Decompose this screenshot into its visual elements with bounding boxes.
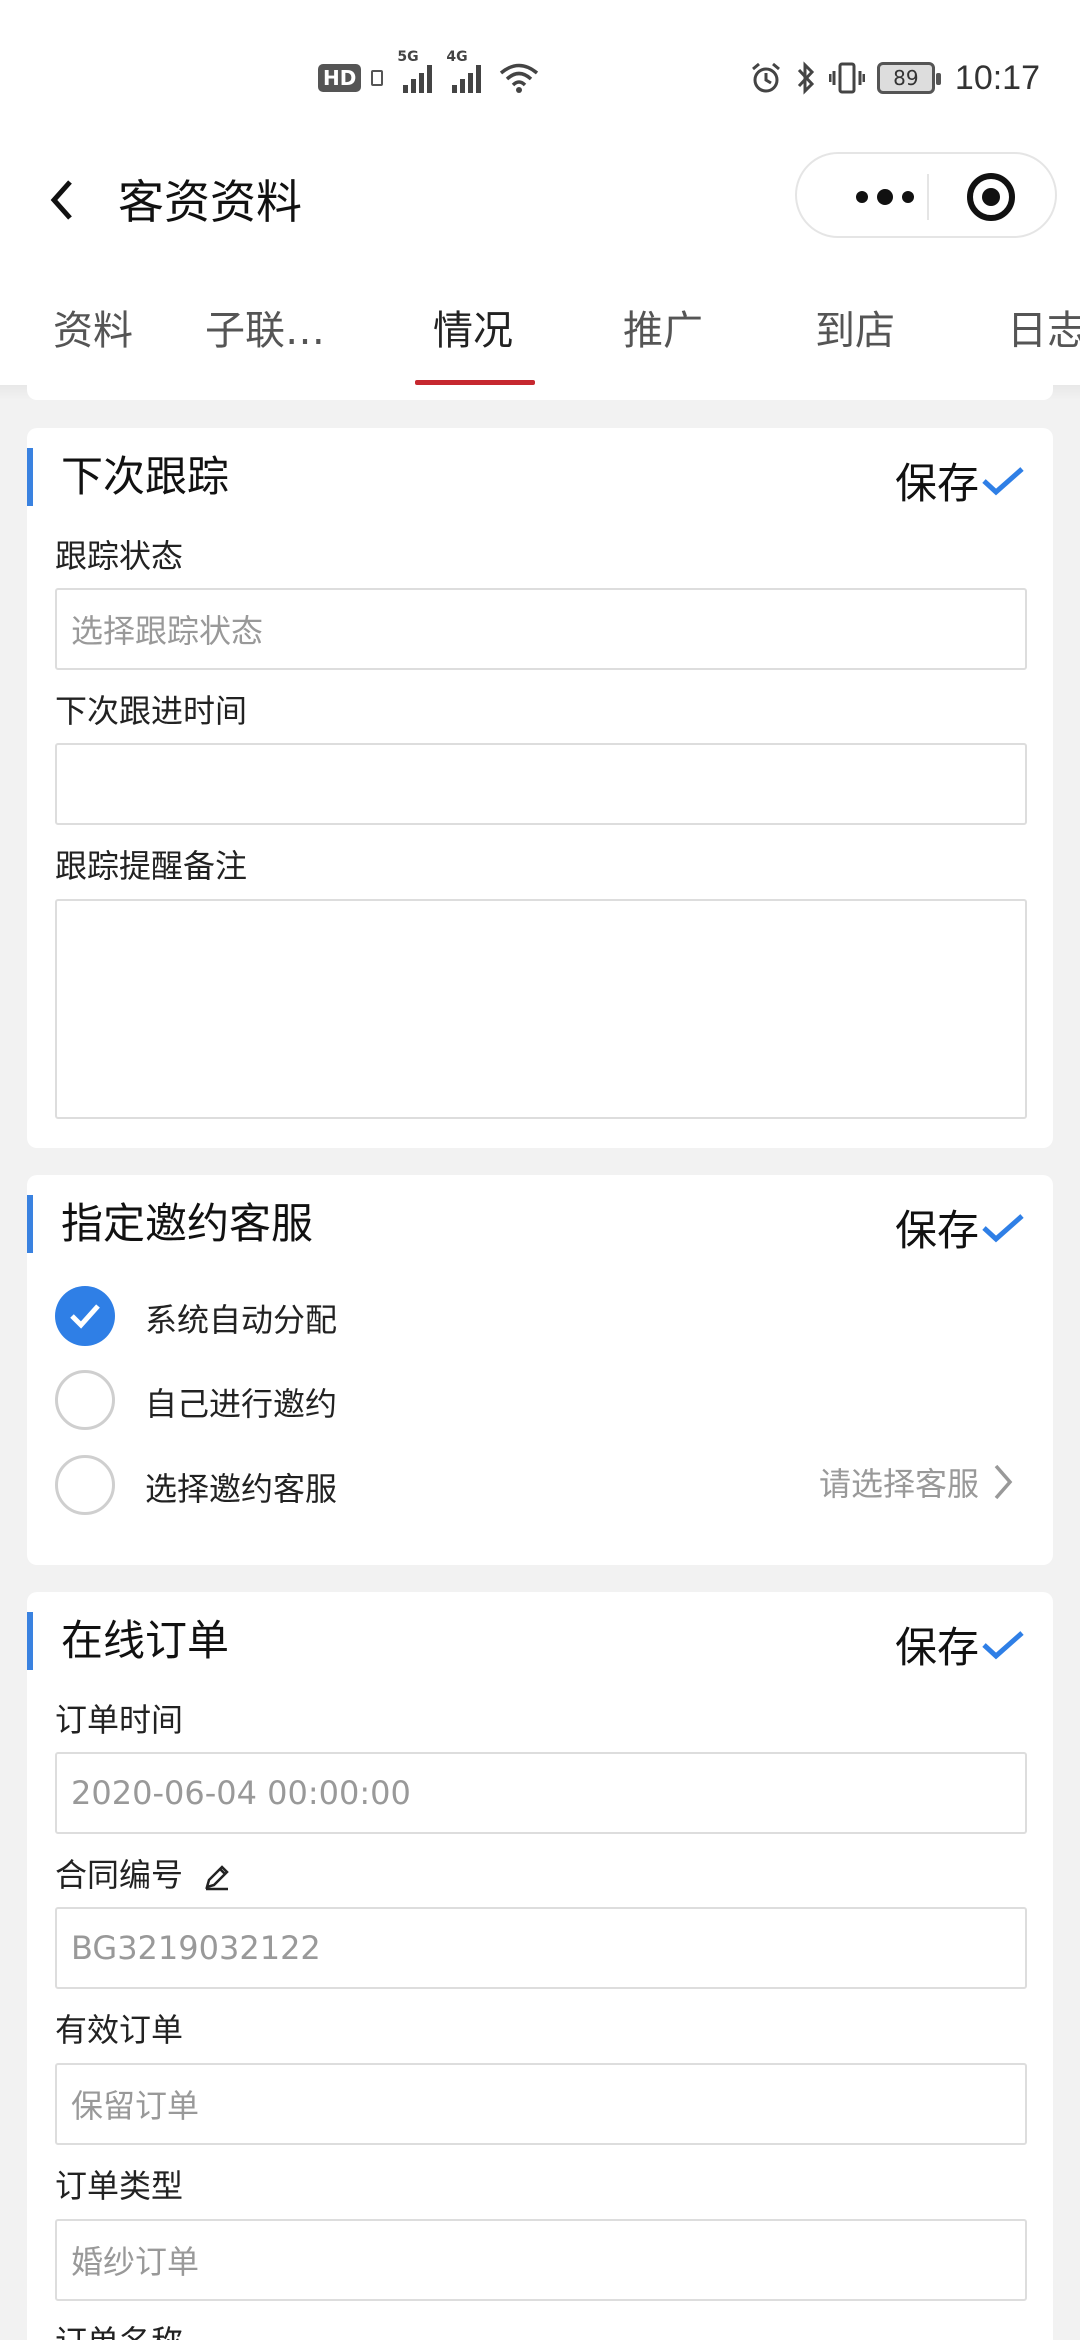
previous-card-bottom xyxy=(27,385,1053,400)
status-label: 跟踪状态 xyxy=(55,537,184,575)
more-menu-icon[interactable] xyxy=(835,179,935,215)
next-time-label: 下次跟进时间 xyxy=(55,692,248,730)
status-select[interactable]: 选择跟踪状态 xyxy=(55,588,1027,670)
bluetooth-icon xyxy=(797,61,814,95)
tab-profile[interactable]: 资料 xyxy=(53,298,133,356)
radio-label-self[interactable]: 自己进行邀约 xyxy=(145,1379,337,1425)
order-card: 在线订单 保存 订单时间 2020-06-04 00:00:00 合同编号 BG… xyxy=(27,1592,1053,2340)
invite-title: 指定邀约客服 xyxy=(27,1195,313,1253)
hd-badge: HD xyxy=(318,64,362,92)
next-time-input[interactable] xyxy=(55,743,1027,825)
status-bar: HD 5G 4G 89 10:17 xyxy=(0,0,1080,150)
order-time-input[interactable]: 2020-06-04 00:00:00 xyxy=(55,1752,1027,1834)
save-label: 保存 xyxy=(894,1206,979,1255)
chevron-right-icon xyxy=(994,1464,1013,1500)
save-label: 保存 xyxy=(894,459,979,508)
check-icon xyxy=(982,466,1024,495)
mini-program-capsule xyxy=(795,152,1057,238)
radio-self-invite[interactable] xyxy=(55,1370,115,1430)
battery-icon: 89 xyxy=(876,62,941,94)
save-label: 保存 xyxy=(894,1623,979,1672)
capsule-divider xyxy=(927,174,929,220)
back-arrow-icon[interactable] xyxy=(42,170,82,230)
wifi-icon xyxy=(500,63,539,93)
nav-bar: 客资资料 xyxy=(0,150,1080,280)
order-name-label: 订单名称 xyxy=(55,2317,183,2340)
signal-5g-icon: 5G xyxy=(397,49,433,93)
alarm-icon xyxy=(751,62,780,93)
remark-textarea[interactable] xyxy=(55,899,1027,1119)
radio-label-choose[interactable]: 选择邀约客服 xyxy=(145,1464,337,1510)
radio-label-auto[interactable]: 系统自动分配 xyxy=(145,1295,337,1341)
close-miniprogram-icon[interactable] xyxy=(967,173,1015,221)
followup-save-button[interactable]: 保存 xyxy=(895,450,1025,511)
tab-status[interactable]: 情况 xyxy=(433,298,513,356)
contract-input[interactable]: BG3219032122 xyxy=(55,1907,1027,1989)
tab-log[interactable]: 日志 xyxy=(1007,298,1080,356)
valid-order-select[interactable]: 保留订单 xyxy=(55,2063,1027,2145)
order-title: 在线订单 xyxy=(27,1612,229,1670)
order-type-label: 订单类型 xyxy=(55,2167,184,2205)
invite-card: 指定邀约客服 保存 系统自动分配 自己进行邀约 选择邀约客服 请选择客服 xyxy=(27,1175,1053,1565)
tab-bar: 资料 子联… 情况 推广 到店 日志 xyxy=(0,280,1080,385)
page-title: 客资资料 xyxy=(118,175,302,229)
edit-pencil-icon[interactable] xyxy=(203,1863,231,1891)
tab-sub-contacts[interactable]: 子联… xyxy=(205,298,325,356)
sim-icon xyxy=(371,70,384,86)
invite-save-button[interactable]: 保存 xyxy=(895,1197,1025,1258)
followup-title: 下次跟踪 xyxy=(27,448,229,506)
select-service-hint: 请选择客服 xyxy=(818,1465,979,1503)
radio-auto-assign[interactable] xyxy=(55,1286,115,1346)
tab-store-visit[interactable]: 到店 xyxy=(815,298,895,356)
order-type-select[interactable]: 婚纱订单 xyxy=(55,2219,1027,2301)
select-service-picker[interactable]: 请选择客服 xyxy=(819,1459,1013,1505)
tab-promotion[interactable]: 推广 xyxy=(623,298,703,356)
order-time-label: 订单时间 xyxy=(55,1701,184,1739)
contract-label: 合同编号 xyxy=(55,1856,184,1894)
followup-card: 下次跟踪 保存 跟踪状态 选择跟踪状态 下次跟进时间 跟踪提醒备注 xyxy=(27,428,1053,1148)
checkmark-icon xyxy=(70,1304,100,1329)
check-icon xyxy=(982,1630,1024,1659)
status-right: 89 10:17 xyxy=(749,50,1040,106)
order-save-button[interactable]: 保存 xyxy=(895,1614,1025,1675)
check-icon xyxy=(982,1213,1024,1242)
radio-choose-service[interactable] xyxy=(55,1455,115,1515)
remark-label: 跟踪提醒备注 xyxy=(55,847,248,885)
status-left: HD 5G 4G xyxy=(318,49,539,98)
vibrate-icon xyxy=(828,62,865,94)
contract-label-row: 合同编号 xyxy=(55,1850,231,1896)
signal-4g-icon: 4G xyxy=(446,49,482,93)
valid-order-label: 有效订单 xyxy=(55,2011,184,2049)
clock: 10:17 xyxy=(954,58,1040,97)
